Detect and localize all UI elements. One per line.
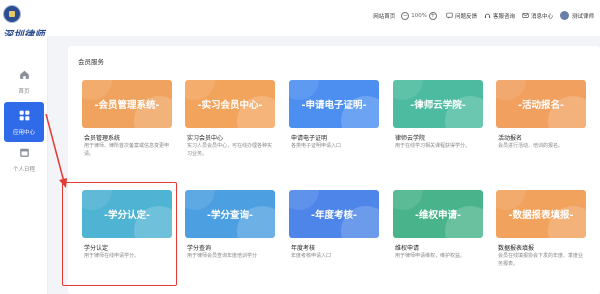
lawyers-association-emblem: [3, 5, 21, 23]
sidebar-item-label: 应用中心: [12, 130, 35, 136]
card-title: 数据报表填报: [498, 245, 535, 252]
sidebar-item-label: 个人日程: [12, 167, 35, 173]
member-management-card[interactable]: -会员管理系统- 会员管理系统 用于律师、律所首次备案或信息变更申请。: [82, 80, 172, 161]
sidebar-item-label: 首页: [18, 89, 30, 95]
card-banner-text: -学分认定-: [104, 210, 150, 221]
zoom-out-button[interactable]: −: [401, 11, 410, 20]
card-title: 律师云学院: [395, 135, 426, 142]
website-home-link[interactable]: 网站首页: [373, 12, 395, 20]
card-description: 用于律师会员查询年度培训学分: [187, 253, 258, 259]
logo[interactable]: 深圳律师: [3, 5, 45, 41]
annotation-arrow: [45, 113, 67, 188]
card-description: 会员进行活动、培训的报名。: [498, 143, 564, 149]
card-banner: -会员管理系统-: [82, 80, 172, 128]
headset-icon: [484, 13, 491, 18]
sidebar: 首页 应用中心 个人日程: [0, 36, 48, 294]
card-description: 各类电子证明申请入口: [291, 143, 342, 149]
calendar-icon: [19, 148, 29, 157]
card-description: 实习人员会员中心，可在线办理各种实习业务。: [187, 143, 273, 157]
apps-icon: [19, 110, 29, 121]
feedback-icon: [446, 12, 453, 19]
card-title: 年度考核: [291, 245, 316, 252]
feedback-label: 问题反馈: [454, 13, 477, 20]
annual-assessment-card[interactable]: -年度考核- 年度考核 年度考核申请入口: [289, 190, 379, 271]
card-banner: -维权申请-: [393, 190, 483, 238]
sidebar-item-app-center[interactable]: 应用中心: [4, 102, 44, 142]
card-banner: -申请电子证明-: [289, 80, 379, 128]
avatar: [559, 11, 569, 20]
card-banner: -律师云学院-: [393, 80, 483, 128]
message-icon: [522, 13, 529, 18]
card-banner-text: -实习会员中心-: [197, 100, 263, 111]
section-title: 会员服务: [78, 58, 104, 66]
card-banner-text: -数据报表填报-: [508, 210, 574, 221]
card-banner-text: -律师云学院-: [410, 100, 466, 111]
user-name: 测试律师: [571, 13, 594, 20]
card-description: 用于律师、律所首次备案或信息变更申请。: [84, 143, 170, 157]
intern-center-card[interactable]: -实习会员中心- 实习会员中心 实习人员会员中心，可在线办理各种实习业务。: [185, 80, 275, 161]
card-title: 学分查询: [187, 245, 212, 252]
card-banner-text: -年度考核-: [311, 210, 357, 221]
card-banner-text: -学分查询-: [207, 210, 253, 221]
sidebar-item-schedule[interactable]: 个人日程: [0, 146, 48, 173]
data-report-card[interactable]: -数据报表填报- 数据报表填报 会员在线填报协会下发的年度、季度业务报表。: [496, 190, 586, 271]
credit-query-card[interactable]: -学分查询- 学分查询 用于律师会员查询年度培训学分: [185, 190, 275, 271]
zoom-value: 100%: [411, 12, 427, 19]
card-description: 会员在线填报协会下发的年度、季度业务报表。: [498, 253, 584, 267]
event-signup-card[interactable]: -活动报名- 活动报名 会员进行活动、培训的报名。: [496, 80, 586, 161]
e-certificate-card[interactable]: -申请电子证明- 申请电子证明 各类电子证明申请入口: [289, 80, 379, 161]
home-icon: [19, 70, 29, 79]
card-banner-text: -维权申请-: [415, 210, 461, 221]
top-actions: 网站首页 − 100% + 问题反馈 客服咨询 消息中心 测试律师: [366, 11, 594, 20]
customer-service-link[interactable]: 客服咨询: [484, 12, 515, 20]
card-description: 用于律师申请维权，维护权益。: [395, 253, 466, 259]
card-title: 申请电子证明: [291, 135, 328, 142]
message-center-label: 消息中心: [530, 13, 553, 20]
highlight-box: [62, 182, 177, 286]
card-banner-text: -申请电子证明-: [301, 100, 367, 111]
feedback-link[interactable]: 问题反馈: [446, 12, 477, 20]
card-banner-text: -活动报名-: [518, 100, 564, 111]
website-home-label: 网站首页: [373, 13, 396, 20]
card-banner-text: -会员管理系统-: [94, 100, 160, 111]
customer-service-label: 客服咨询: [492, 13, 515, 20]
card-description: 年度考核申请入口: [291, 253, 332, 259]
card-title: 维权申请: [395, 245, 420, 252]
card-banner: -实习会员中心-: [185, 80, 275, 128]
zoom-in-button[interactable]: +: [428, 11, 437, 20]
sidebar-item-home[interactable]: 首页: [0, 68, 48, 95]
top-bar: 深圳律师 网站首页 − 100% + 问题反馈 客服咨询 消息中心 测试律师: [0, 0, 600, 41]
card-description: 用于在线学习相关课程获得学分。: [395, 143, 471, 149]
zoom-control: − 100% +: [399, 11, 439, 20]
user-menu[interactable]: 测试律师: [559, 11, 594, 20]
rights-protection-card[interactable]: -维权申请- 维权申请 用于律师申请维权，维护权益。: [393, 190, 483, 271]
message-center-link[interactable]: 消息中心: [522, 12, 553, 20]
card-title: 实习会员中心: [187, 135, 224, 142]
card-banner: -活动报名-: [496, 80, 586, 128]
card-banner: -数据报表填报-: [496, 190, 586, 238]
card-banner: -学分查询-: [185, 190, 275, 238]
cloud-academy-card[interactable]: -律师云学院- 律师云学院 用于在线学习相关课程获得学分。: [393, 80, 483, 161]
card-banner: -年度考核-: [289, 190, 379, 238]
card-title: 会员管理系统: [84, 135, 121, 142]
card-title: 活动报名: [498, 135, 523, 142]
